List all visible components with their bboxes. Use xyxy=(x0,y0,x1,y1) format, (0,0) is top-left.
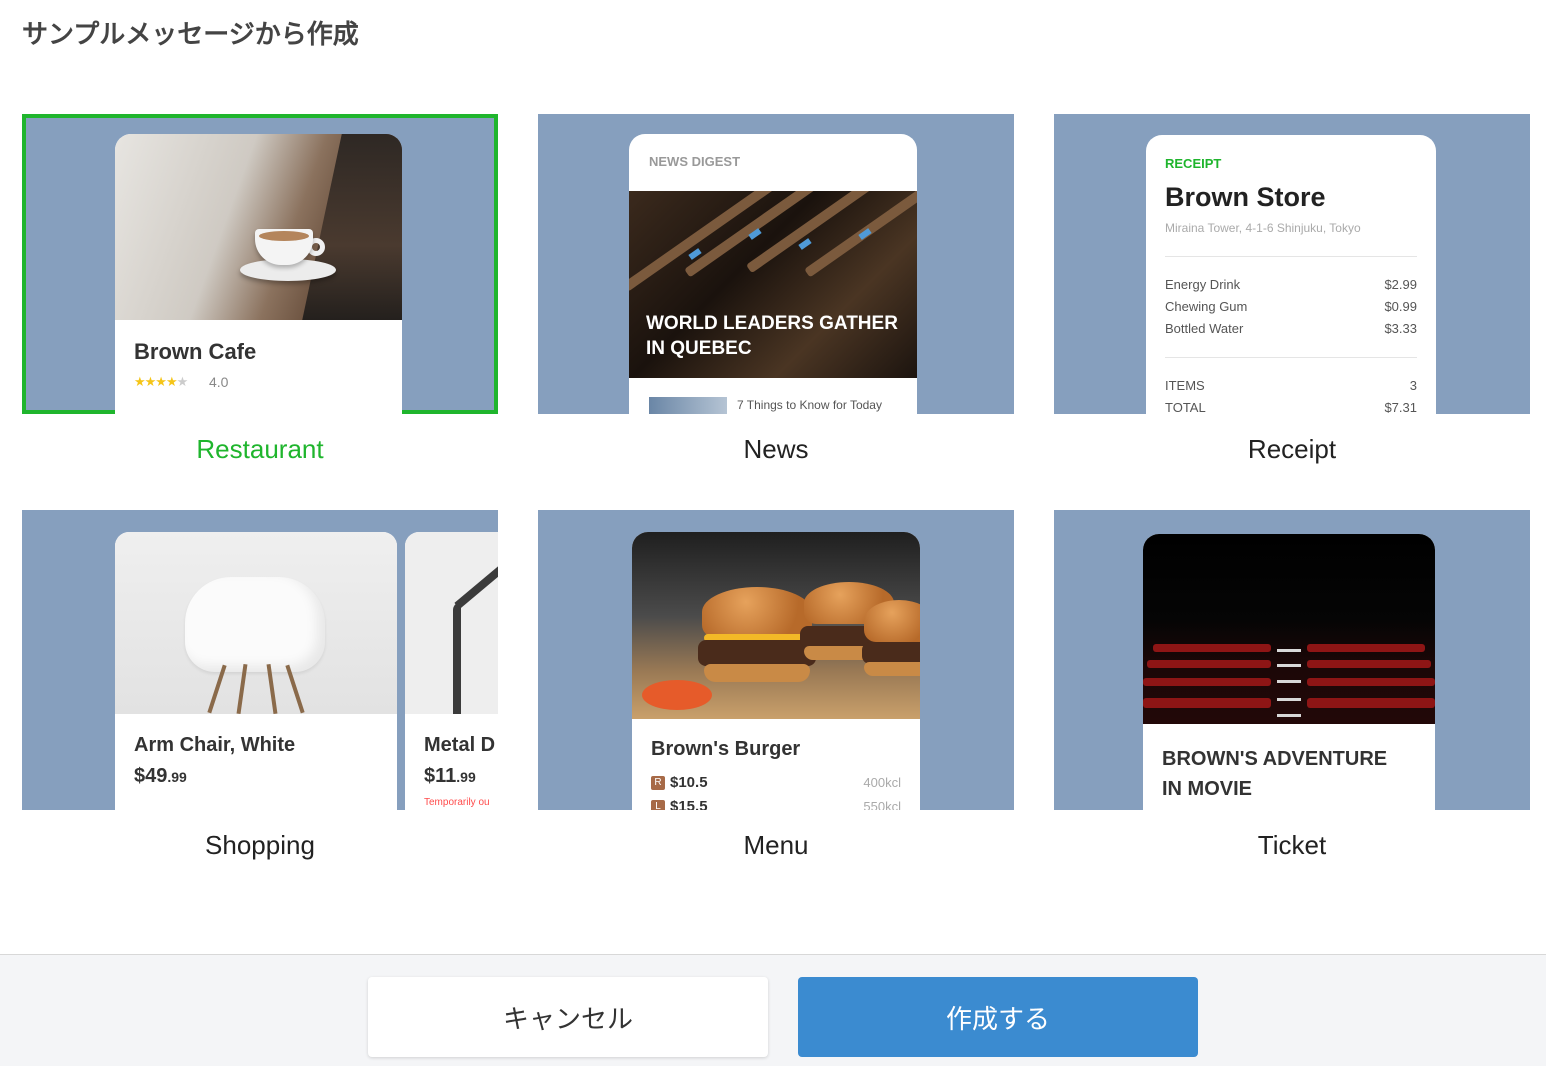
template-restaurant[interactable]: Brown Cafe ★★★★★ 4.0 Restaurant xyxy=(22,114,498,465)
cafe-image xyxy=(115,134,402,320)
menu-size-row: R $10.5 400kcl xyxy=(651,774,901,791)
template-news-preview[interactable]: NEWS DIGEST WORLD LEADERS GATHER IN QUEB… xyxy=(538,114,1014,414)
product-card: Arm Chair, White $49.99 xyxy=(115,532,397,810)
theater-image xyxy=(1143,534,1435,724)
restaurant-name: Brown Cafe xyxy=(134,339,257,364)
restaurant-card: Brown Cafe ★★★★★ 4.0 xyxy=(115,134,402,414)
news-item-thumbnail xyxy=(649,397,727,414)
store-name: Brown Store xyxy=(1165,182,1326,212)
template-label-receipt[interactable]: Receipt xyxy=(1054,434,1530,465)
lamp-image xyxy=(405,532,498,714)
divider xyxy=(1165,357,1417,358)
product-name: Arm Chair, White xyxy=(134,734,296,756)
rating-value: 4.0 xyxy=(209,374,229,390)
template-receipt[interactable]: RECEIPT Brown Store Miraina Tower, 4-1-6… xyxy=(1054,114,1530,465)
news-headline: WORLD LEADERS GATHER IN QUEBEC xyxy=(646,313,898,359)
template-receipt-preview[interactable]: RECEIPT Brown Store Miraina Tower, 4-1-6… xyxy=(1054,114,1530,414)
menu-card: Brown's Burger R $10.5 400kcl L $15.5 550k… xyxy=(632,532,920,810)
template-label-shopping[interactable]: Shopping xyxy=(22,830,498,861)
template-label-restaurant[interactable]: Restaurant xyxy=(22,434,498,465)
ticket-title: BROWN'S ADVENTURE IN MOVIE xyxy=(1162,748,1388,800)
menu-size-row: L $15.5 550kcl xyxy=(651,798,901,810)
receipt-item: Chewing Gum $0.99 xyxy=(1165,299,1417,314)
burger-image xyxy=(632,532,920,719)
receipt-item: Bottled Water $3.33 xyxy=(1165,321,1417,336)
receipt-tag: RECEIPT xyxy=(1165,156,1222,171)
template-ticket-preview[interactable]: BROWN'S ADVENTURE IN MOVIE xyxy=(1054,510,1530,810)
news-image: WORLD LEADERS GATHER IN QUEBEC xyxy=(629,191,917,378)
template-shopping-preview[interactable]: Arm Chair, White $49.99 Metal D $11.99 T… xyxy=(22,510,498,810)
product-card: Metal D $11.99 Temporarily ou xyxy=(405,532,498,810)
receipt-item: Energy Drink $2.99 xyxy=(1165,277,1417,292)
store-address: Miraina Tower, 4-1-6 Shinjuku, Tokyo xyxy=(1165,221,1361,235)
cancel-button[interactable]: キャンセル xyxy=(368,977,768,1057)
page-title: サンプルメッセージから作成 xyxy=(22,20,359,50)
template-label-menu[interactable]: Menu xyxy=(538,830,1014,861)
template-label-news[interactable]: News xyxy=(538,434,1014,465)
template-menu[interactable]: Brown's Burger R $10.5 400kcl L $15.5 550k… xyxy=(538,510,1014,861)
receipt-total: TOTAL $7.31 xyxy=(1165,400,1417,414)
receipt-items-count: ITEMS 3 xyxy=(1165,378,1417,393)
menu-item-name: Brown's Burger xyxy=(651,738,801,760)
template-shopping[interactable]: Arm Chair, White $49.99 Metal D $11.99 T… xyxy=(22,510,498,861)
template-label-ticket[interactable]: Ticket xyxy=(1054,830,1530,861)
template-news[interactable]: NEWS DIGEST WORLD LEADERS GATHER IN QUEB… xyxy=(538,114,1014,465)
dialog-footer: キャンセル 作成する xyxy=(0,954,1546,1066)
template-restaurant-preview[interactable]: Brown Cafe ★★★★★ 4.0 xyxy=(22,114,498,414)
news-card: NEWS DIGEST WORLD LEADERS GATHER IN QUEB… xyxy=(629,134,917,414)
news-item-title: 7 Things to Know for Today xyxy=(737,398,882,412)
divider xyxy=(1165,256,1417,257)
template-ticket[interactable]: BROWN'S ADVENTURE IN MOVIE Ticket xyxy=(1054,510,1530,861)
product-name: Metal D xyxy=(424,734,496,756)
news-digest-header: NEWS DIGEST xyxy=(649,154,741,169)
receipt-card: RECEIPT Brown Store Miraina Tower, 4-1-6… xyxy=(1146,135,1436,414)
chair-image xyxy=(115,532,397,715)
star-rating-icon: ★★★★★ xyxy=(134,374,188,389)
product-price: $49.99 xyxy=(134,765,187,787)
template-menu-preview[interactable]: Brown's Burger R $10.5 400kcl L $15.5 550k… xyxy=(538,510,1014,810)
ticket-card: BROWN'S ADVENTURE IN MOVIE xyxy=(1143,534,1435,810)
product-price: $11.99 xyxy=(424,765,476,787)
stock-note: Temporarily ou xyxy=(424,797,490,808)
create-button[interactable]: 作成する xyxy=(798,977,1198,1057)
